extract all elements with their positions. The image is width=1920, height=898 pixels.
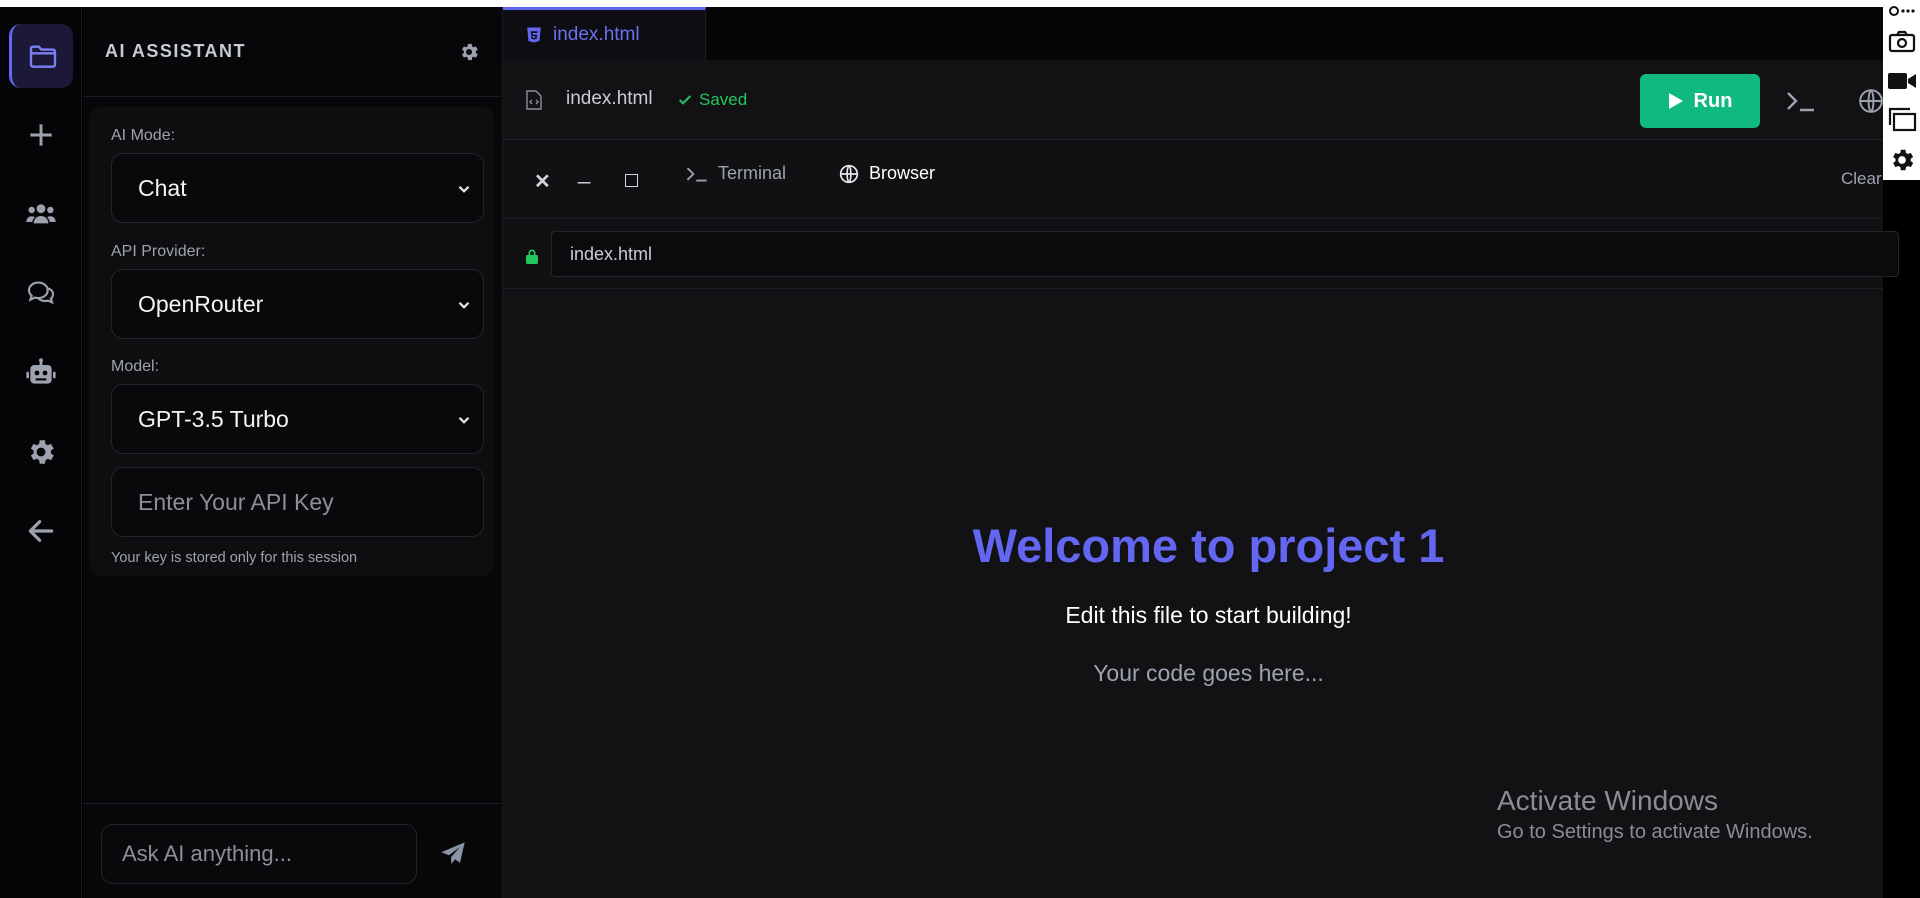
model-select[interactable]: GPT-3.5 Turbo [111,384,484,454]
run-label: Run [1693,89,1733,112]
folder-icon [29,45,56,68]
api-provider-label: API Provider: [111,243,206,260]
rail-new-button[interactable] [9,103,73,167]
paper-plane-icon [441,842,465,865]
chevron-down-icon [458,185,470,193]
close-panel-button[interactable]: ✕ [534,169,551,194]
lock-icon [526,249,538,264]
browser-toggle-icon[interactable] [1858,88,1884,114]
video-camera-icon [1888,73,1916,89]
editor-area: index.html index.html Saved Run ✕ _ Term… [503,7,1899,898]
current-filename: index.html [566,88,653,109]
sidebar-header: AI ASSISTANT [83,7,502,97]
model-value: GPT-3.5 Turbo [138,405,289,432]
send-button[interactable] [433,834,473,874]
rail-back-button[interactable] [9,499,73,563]
plus-icon [30,124,52,146]
terminal-toggle-icon[interactable] [1786,88,1816,114]
sidebar-settings-icon[interactable] [458,41,480,63]
windows-stack-icon [1888,107,1917,132]
preview-subtitle: Edit this file to start building! [1065,602,1352,628]
users-icon [26,204,56,224]
overlay-windows-button[interactable] [1886,104,1918,134]
browser-tab-label: Browser [869,163,936,183]
model-label: Model: [111,358,160,375]
api-provider-value: OpenRouter [138,290,264,317]
play-icon [1668,93,1683,109]
ai-mode-select[interactable]: Chat [111,153,484,223]
api-key-note: Your key is stored only for this session [111,550,358,566]
activate-windows-watermark: Activate Windows Go to Settings to activ… [1497,785,1813,844]
globe-icon [839,164,859,183]
terminal-icon [686,166,707,182]
overlay-record-button[interactable] [1886,66,1918,96]
overlay-link-button[interactable] [1886,0,1918,22]
sidebar-title: AI ASSISTANT [105,41,247,61]
gear-icon [1893,149,1914,171]
api-key-input[interactable] [111,467,484,537]
rail-chat-button[interactable] [9,261,73,325]
ask-ai-input[interactable] [101,824,417,884]
rail-settings-button[interactable] [9,420,73,484]
rail-ai-button[interactable] [9,341,73,405]
top-strip [0,0,1920,7]
chevron-down-icon [458,416,470,424]
gear-icon [30,440,54,464]
maximize-panel-button[interactable] [625,174,638,187]
ai-mode-label: AI Mode: [111,127,176,144]
output-panel-bar: ✕ _ Terminal Browser Clear [503,141,1883,219]
ai-mode-value: Chat [138,174,187,201]
ai-settings-card: AI Mode: Chat API Provider: OpenRouter M… [89,107,494,576]
html5-icon [527,27,541,43]
preview-heading: Welcome to project 1 [972,519,1445,572]
file-tab-index-html[interactable]: index.html [503,7,706,60]
file-code-icon [526,90,542,110]
robot-icon [26,358,56,384]
preview-code-note: Your code goes here... [1093,660,1324,686]
url-input[interactable] [551,231,1899,277]
link-icon [1889,6,1915,16]
comments-icon [27,281,55,305]
tab-terminal[interactable]: Terminal [686,163,786,184]
minimize-panel-button[interactable]: _ [578,159,590,185]
clear-button[interactable]: Clear [1841,169,1882,189]
check-icon [678,95,692,105]
editor-toolbar: index.html Saved Run [503,60,1883,140]
saved-label: Saved [699,90,748,109]
rail-files-button[interactable] [9,24,73,88]
watermark-line-1: Activate Windows [1497,785,1718,816]
saved-status: Saved [677,90,747,110]
rail-team-button[interactable] [9,182,73,246]
run-button[interactable]: Run [1640,74,1760,128]
file-tab-label: index.html [553,24,640,45]
overlay-screenshot-button[interactable] [1886,26,1918,56]
arrow-left-icon [28,520,54,542]
chat-input-bar [83,803,502,898]
api-provider-select[interactable]: OpenRouter [111,269,484,339]
capture-overlay [1883,0,1920,180]
camera-icon [1888,30,1916,53]
overlay-settings-button[interactable] [1886,145,1918,175]
chevron-down-icon [458,301,470,309]
tab-browser[interactable]: Browser [839,163,935,184]
terminal-tab-label: Terminal [718,163,787,183]
watermark-line-2: Go to Settings to activate Windows. [1497,821,1813,843]
icon-rail [0,7,82,898]
file-tab-bar: index.html [503,7,1883,60]
ai-assistant-sidebar: AI ASSISTANT AI Mode: Chat API Provider:… [83,7,503,898]
browser-url-bar [503,219,1899,289]
